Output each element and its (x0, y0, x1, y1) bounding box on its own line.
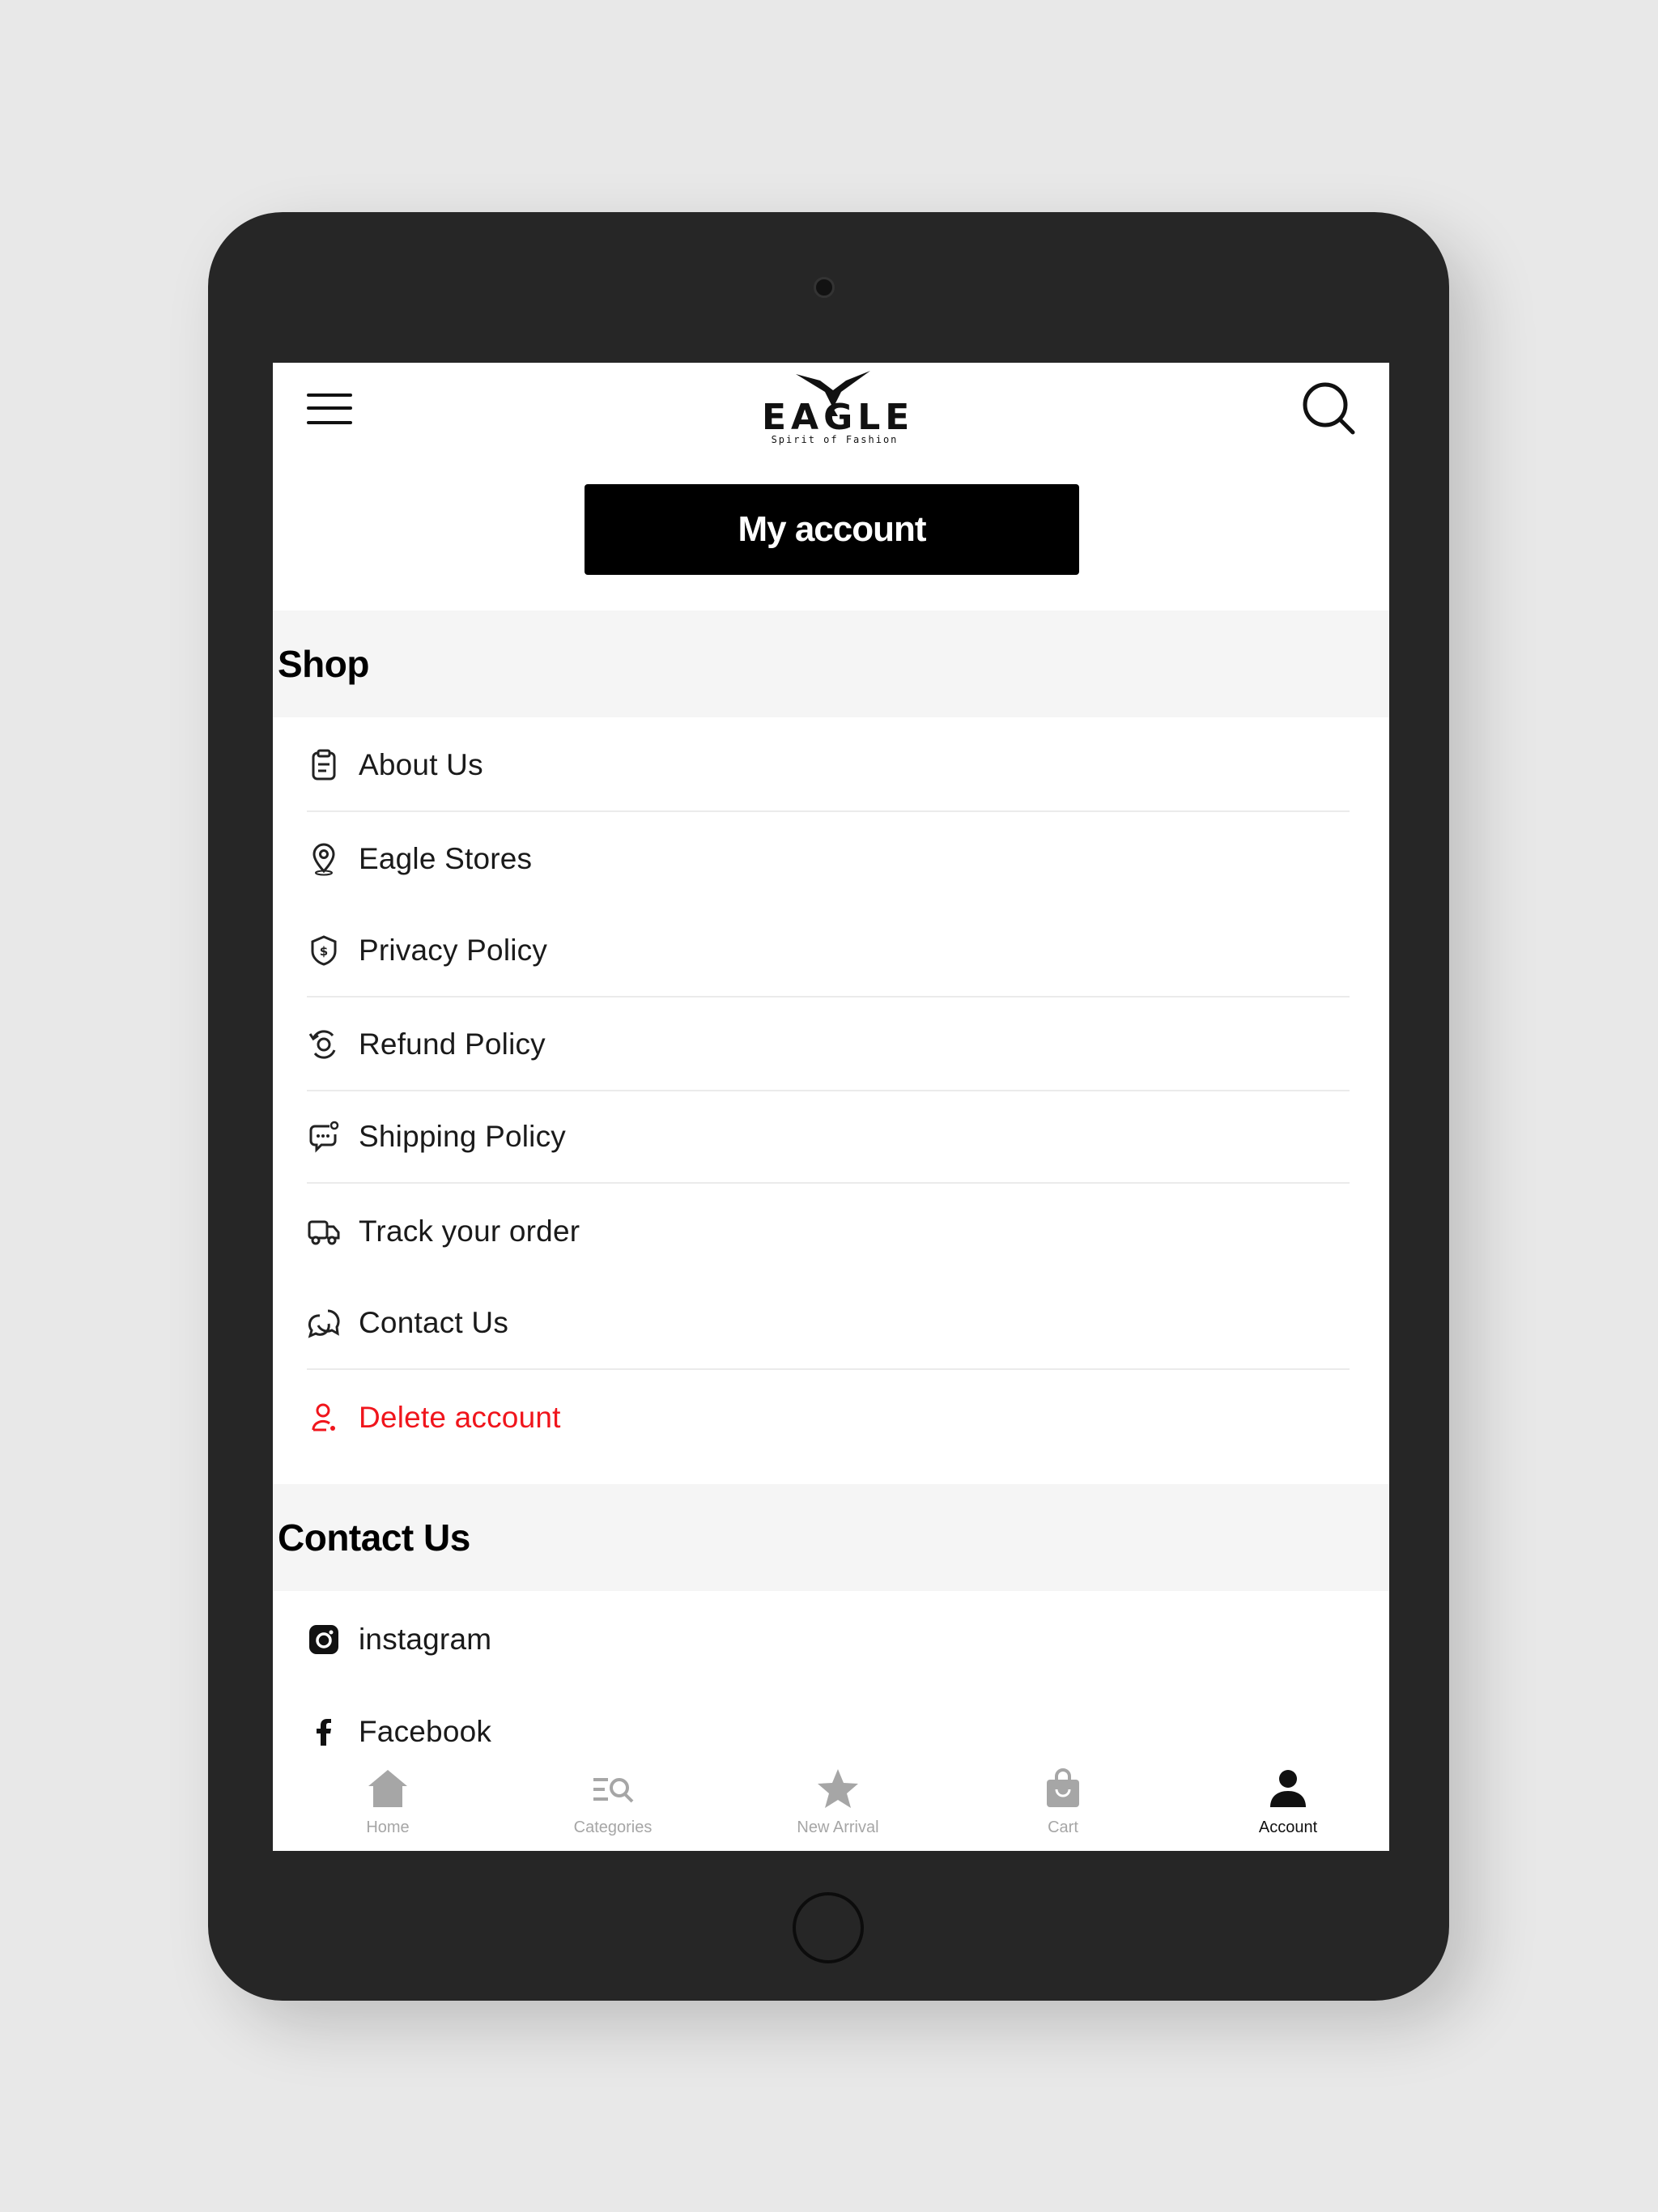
nav-label: Categories (573, 1819, 653, 1836)
menu-item-label: instagram (359, 1623, 492, 1656)
home-icon (368, 1770, 407, 1807)
refund-cycle-icon (307, 1027, 341, 1061)
brand-tagline: Spirit of Fashion (771, 434, 899, 445)
facebook-icon (307, 1715, 341, 1749)
menu-item-delete-account[interactable]: Delete account (307, 1372, 1350, 1464)
bottom-navigation: Home Categories New Arrival Cart Account (273, 1754, 1389, 1851)
menu-item-label: Delete account (359, 1401, 561, 1434)
app-screen: EAGLE Spirit of Fashion My account Shop … (273, 363, 1389, 1851)
nav-home[interactable]: Home (307, 1754, 469, 1851)
menu-item-about-us[interactable]: About Us (307, 720, 1350, 812)
section-title-shop: Shop (273, 610, 1389, 717)
chat-bubbles-icon (307, 1306, 341, 1340)
menu-item-label: Refund Policy (359, 1027, 546, 1061)
menu-item-label: Privacy Policy (359, 934, 548, 967)
menu-item-label: Track your order (359, 1214, 580, 1248)
truck-icon (307, 1214, 341, 1249)
nav-categories[interactable]: Categories (532, 1754, 694, 1851)
menu-item-refund-policy[interactable]: Refund Policy (307, 999, 1350, 1091)
top-bar: EAGLE Spirit of Fashion (273, 363, 1389, 468)
nav-label: Cart (1048, 1819, 1078, 1836)
menu-item-label: Facebook (359, 1715, 492, 1748)
search-icon[interactable] (1301, 381, 1358, 437)
my-account-button[interactable]: My account (585, 484, 1079, 575)
nav-label: Account (1258, 1819, 1318, 1836)
section-title-contact-us: Contact Us (273, 1484, 1389, 1591)
categories-icon (593, 1778, 634, 1803)
device-home-button[interactable] (793, 1892, 864, 1963)
user-remove-icon (307, 1401, 341, 1435)
shopping-bag-icon (1047, 1768, 1079, 1807)
menu-item-label: Shipping Policy (359, 1120, 566, 1153)
chat-settings-icon (307, 1120, 341, 1154)
nav-new-arrival[interactable]: New Arrival (757, 1754, 919, 1851)
nav-label: New Arrival (797, 1819, 879, 1836)
brand-logo[interactable]: EAGLE Spirit of Fashion (762, 369, 915, 447)
instagram-icon (307, 1623, 341, 1657)
star-icon (818, 1769, 858, 1808)
shield-dollar-icon: $ (307, 934, 341, 968)
nav-cart[interactable]: Cart (982, 1754, 1144, 1851)
brand-name: EAGLE (762, 397, 915, 438)
menu-item-instagram[interactable]: instagram (307, 1593, 1350, 1686)
nav-label: Home (366, 1819, 410, 1836)
menu-item-label: About Us (359, 748, 483, 781)
menu-item-shipping-policy[interactable]: Shipping Policy (307, 1091, 1350, 1184)
menu-item-label: Contact Us (359, 1306, 509, 1339)
menu-item-track-order[interactable]: Track your order (307, 1185, 1350, 1278)
nav-account[interactable]: Account (1207, 1754, 1369, 1851)
menu-item-label: Eagle Stores (359, 842, 533, 875)
user-icon (1270, 1770, 1306, 1807)
menu-item-privacy-policy[interactable]: $ Privacy Policy (307, 905, 1350, 998)
menu-item-contact-us[interactable]: Contact Us (307, 1278, 1350, 1370)
svg-text:$: $ (320, 944, 328, 959)
clipboard-icon (307, 748, 341, 782)
camera (814, 277, 835, 298)
location-pin-icon (307, 842, 341, 876)
menu-icon[interactable] (307, 390, 352, 426)
menu-item-eagle-stores[interactable]: Eagle Stores (307, 813, 1350, 905)
